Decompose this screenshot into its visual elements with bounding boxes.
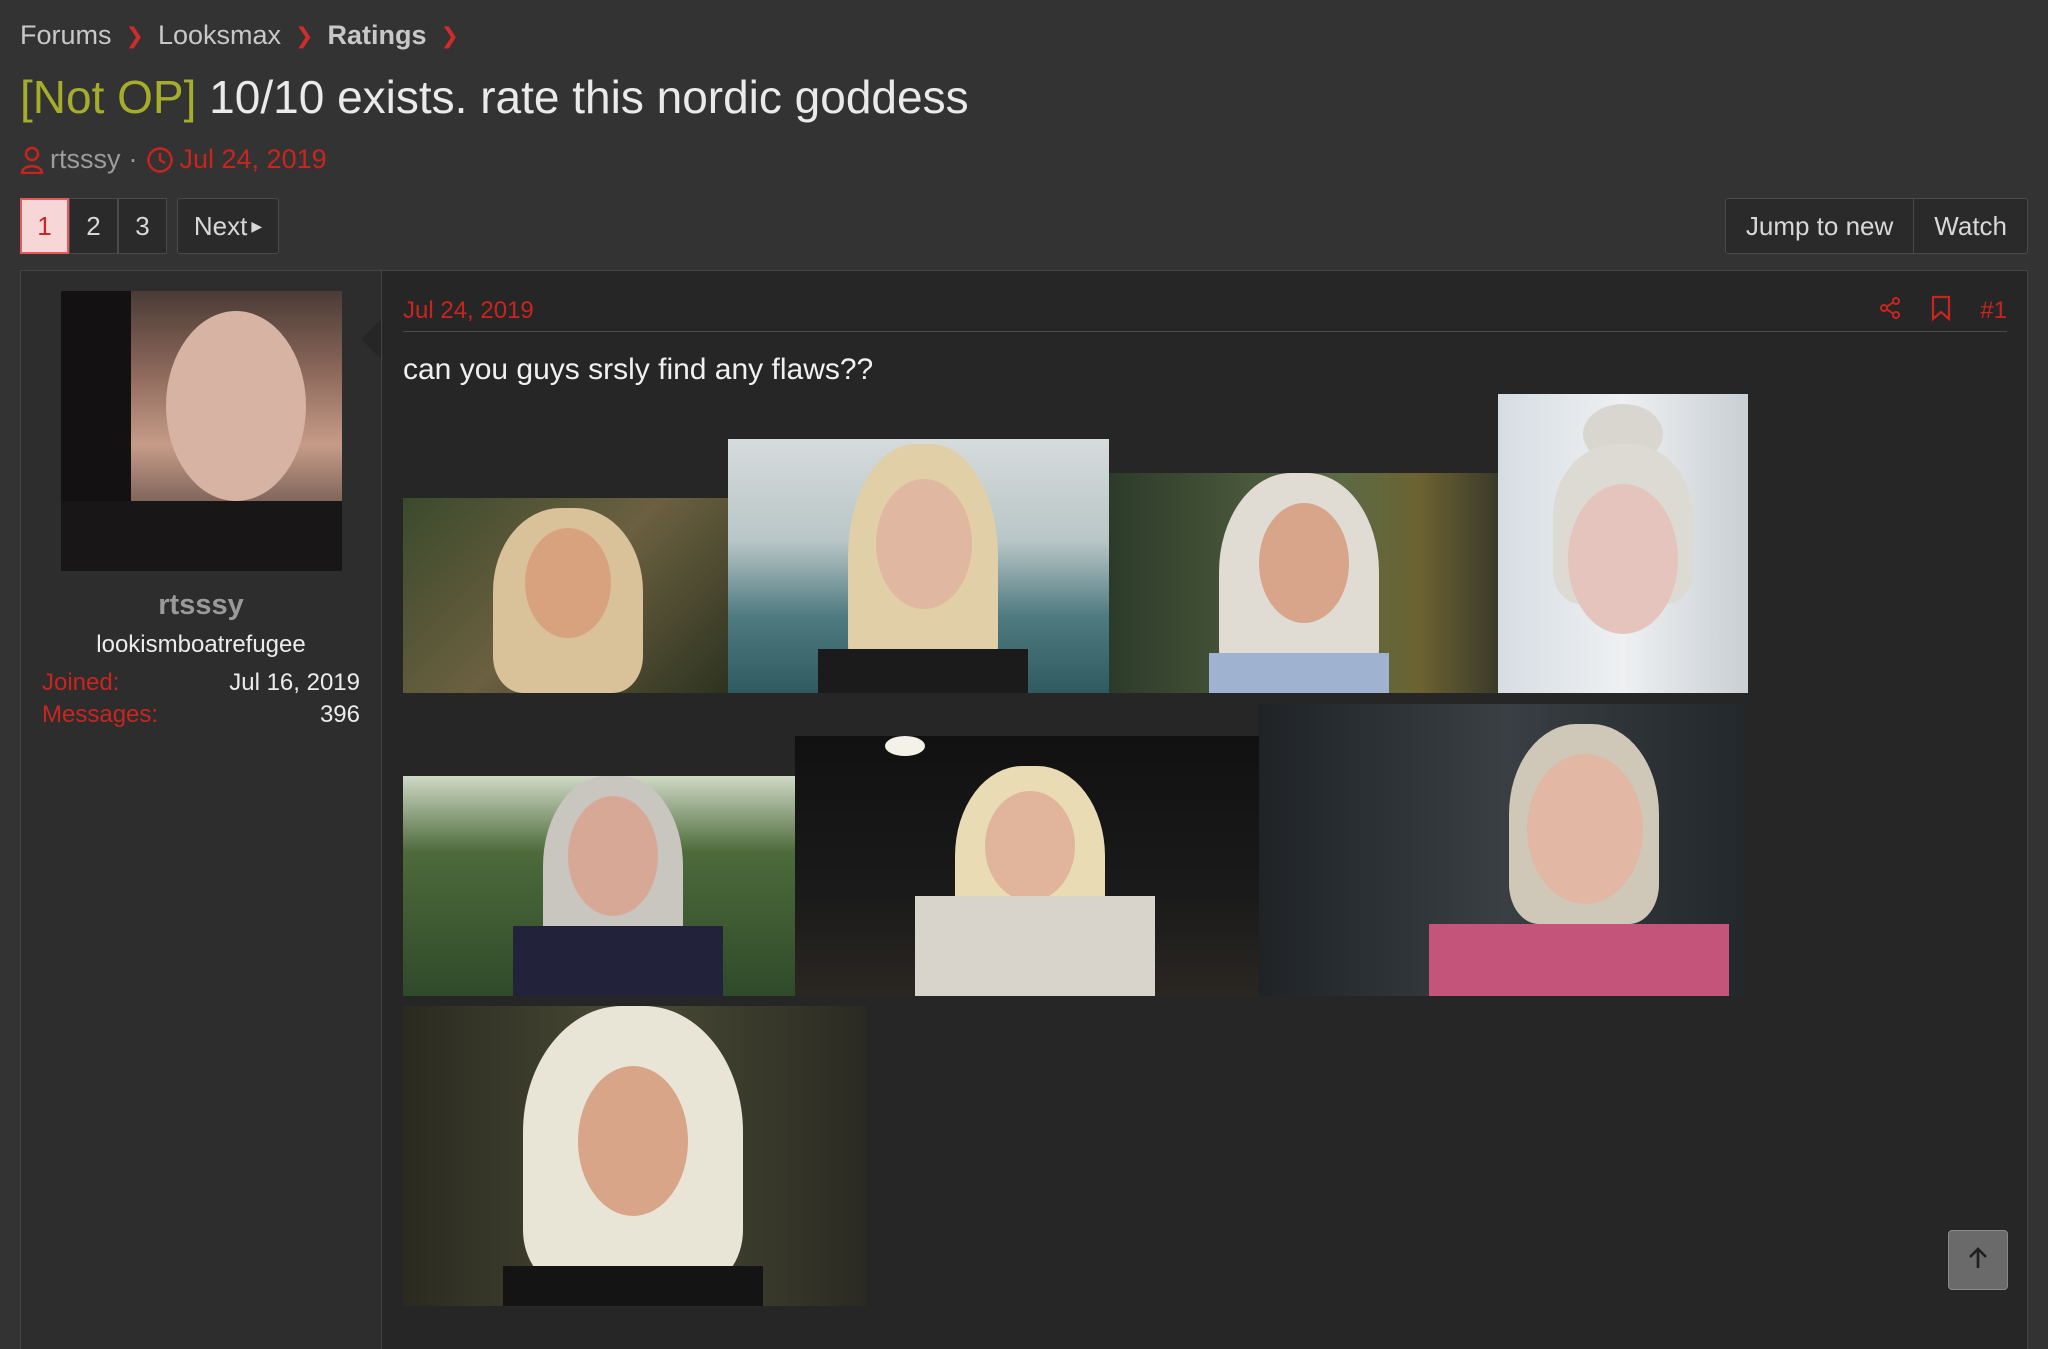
post-user-column: rtsssy lookismboatrefugee Joined: Jul 16… [21, 271, 382, 1349]
pagination: 1 2 3 Next ▶ [20, 198, 279, 254]
watch-button[interactable]: Watch [1914, 198, 2028, 254]
next-label: Next [193, 210, 248, 241]
chevron-right-icon: ❯ [125, 22, 144, 48]
user-title: lookismboatrefugee [96, 631, 306, 658]
image-face [876, 479, 972, 609]
post-image-5[interactable] [403, 776, 795, 996]
share-icon[interactable] [1878, 296, 1902, 327]
jump-to-new-button[interactable]: Jump to new [1724, 198, 1915, 254]
post-number[interactable]: #1 [1980, 297, 2007, 325]
image-face [1568, 484, 1678, 634]
post-header: Jul 24, 2019 #1 [403, 291, 2007, 332]
post-image-2[interactable] [728, 439, 1109, 693]
chevron-right-icon: ❯ [295, 22, 314, 48]
arrow-up-icon [1964, 1244, 1992, 1277]
breadcrumb-looksmax[interactable]: Looksmax [158, 20, 281, 51]
page-3-button[interactable]: 3 [118, 198, 167, 254]
post-date[interactable]: Jul 24, 2019 [403, 297, 534, 325]
joined-stat: Joined: Jul 16, 2019 [42, 669, 360, 697]
image-face [985, 791, 1075, 901]
image-jacket [915, 896, 1155, 996]
image-face [568, 796, 658, 916]
bookmark-icon[interactable] [1930, 295, 1952, 328]
breadcrumb-forums[interactable]: Forums [20, 20, 112, 51]
post-arrow [361, 319, 381, 359]
clock-icon [146, 146, 174, 174]
thread-author[interactable]: rtsssy [50, 144, 121, 175]
page-1-button[interactable]: 1 [20, 198, 69, 254]
image-face [525, 528, 611, 638]
avatar-face [166, 311, 306, 501]
post-image-8[interactable] [403, 1006, 866, 1306]
scroll-to-top-button[interactable] [1948, 1230, 2008, 1290]
post-image-7[interactable] [1259, 704, 1744, 996]
post-image-4[interactable] [1498, 394, 1748, 693]
user-icon [20, 146, 44, 174]
next-page-button[interactable]: Next ▶ [177, 198, 279, 254]
caret-right-icon: ▶ [251, 217, 263, 234]
thread-actions: Jump to new Watch [1724, 198, 2028, 254]
image-jacket [503, 1266, 763, 1306]
avatar[interactable] [61, 291, 342, 571]
breadcrumb-ratings[interactable]: Ratings [327, 20, 426, 51]
meta-separator: · [128, 144, 138, 174]
avatar-shirt [61, 501, 342, 571]
image-shirt [513, 926, 723, 996]
post-username[interactable]: rtsssy [21, 589, 381, 622]
image-shirt [818, 649, 1028, 693]
image-light [885, 736, 925, 756]
post-image-3[interactable] [1109, 473, 1498, 693]
image-face [1527, 754, 1643, 904]
post-tools: #1 [1850, 295, 2007, 328]
post-image-1[interactable] [403, 498, 728, 693]
chevron-right-icon: ❯ [440, 22, 459, 48]
image-shirt [1209, 653, 1389, 693]
joined-value: Jul 16, 2019 [229, 669, 360, 696]
breadcrumb: Forums ❯ Looksmax ❯ Ratings ❯ [20, 20, 473, 51]
messages-value[interactable]: 396 [320, 701, 360, 729]
image-face [578, 1066, 688, 1216]
post-image-6[interactable] [795, 736, 1259, 996]
thread-prefix[interactable]: [Not OP] [20, 71, 196, 123]
messages-stat: Messages: 396 [42, 701, 360, 729]
thread-meta: rtsssy · Jul 24, 2019 [20, 144, 327, 175]
thread-title: 10/10 exists. rate this nordic goddess [209, 71, 969, 123]
thread-date[interactable]: Jul 24, 2019 [180, 144, 327, 175]
image-face [1259, 503, 1349, 623]
image-coat [1429, 924, 1729, 996]
page-title: [Not OP] 10/10 exists. rate this nordic … [20, 70, 969, 124]
page-2-button[interactable]: 2 [69, 198, 118, 254]
joined-label: Joined: [42, 669, 120, 696]
messages-label: Messages: [42, 701, 159, 728]
post-body: can you guys srsly find any flaws?? [403, 353, 874, 386]
post: rtsssy lookismboatrefugee Joined: Jul 16… [20, 270, 2028, 1349]
